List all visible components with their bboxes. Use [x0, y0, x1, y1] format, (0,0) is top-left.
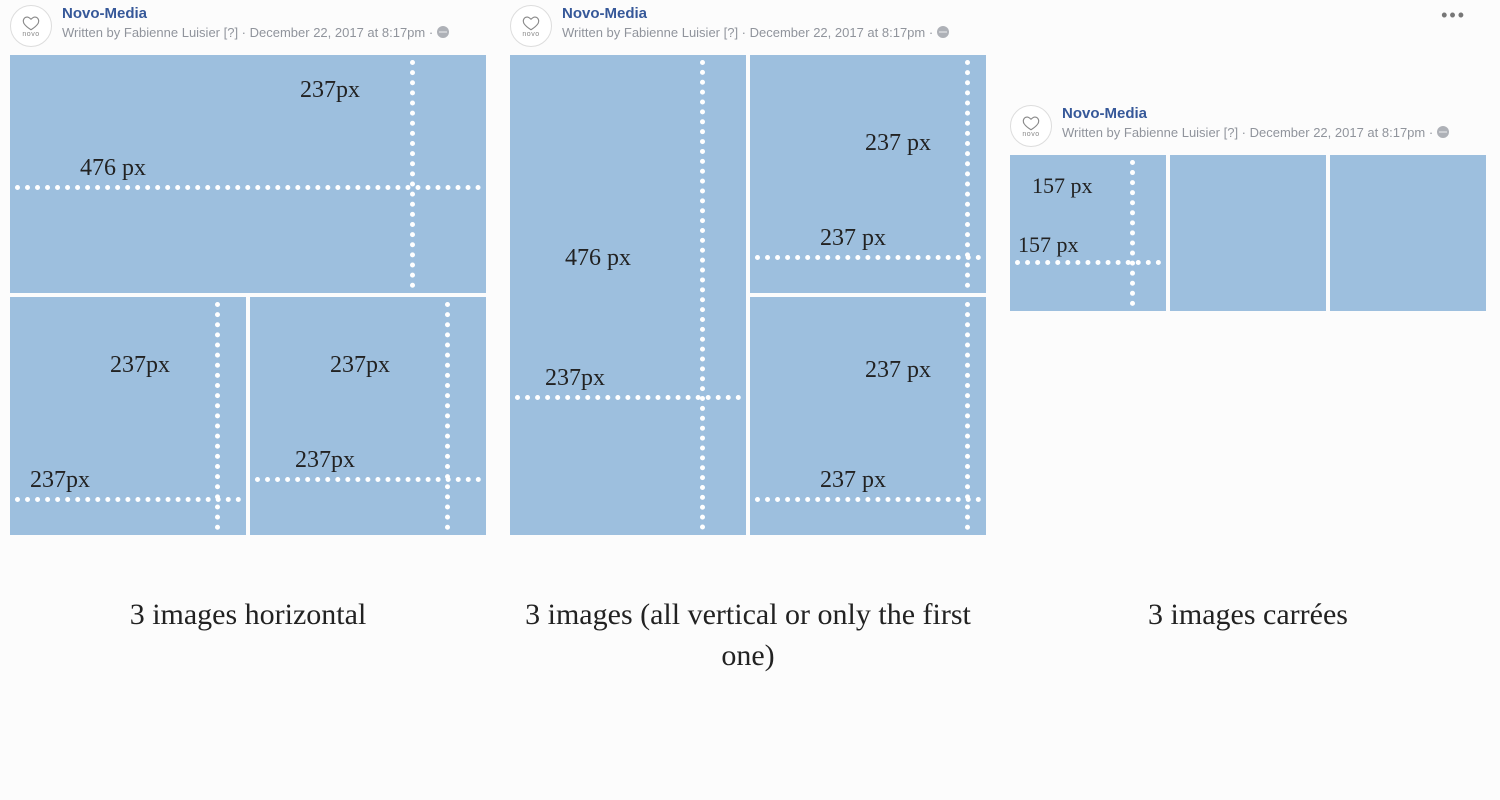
tile-small-1[interactable]: 237 px 237 px	[750, 55, 986, 293]
dim-width: 476 px	[80, 155, 146, 182]
post-byline: Written by Fabienne Luisier [?] · Decemb…	[62, 25, 449, 40]
page-name-link[interactable]: Novo-Media	[562, 5, 949, 23]
post-header: novo Novo-Media Written by Fabienne Luis…	[10, 5, 486, 55]
tile-2[interactable]	[1170, 155, 1326, 311]
page-name-link[interactable]: Novo-Media	[1062, 105, 1449, 123]
tile-small-1[interactable]: 237px 237px	[10, 297, 246, 535]
example-vertical: novo Novo-Media Written by Fabienne Luis…	[510, 5, 986, 535]
dim-height: 476 px	[565, 245, 631, 272]
dim-width: 237 px	[820, 467, 886, 494]
grid-3-horizontal: 476 px 237px 237px 237px 237px 237px	[10, 55, 486, 535]
dim-width: 157 px	[1018, 232, 1079, 258]
byline-text: Written by Fabienne Luisier [?] · Decemb…	[62, 25, 437, 40]
example-square: ••• novo Novo-Media Written by Fabienne …	[1010, 5, 1486, 311]
byline-text: Written by Fabienne Luisier [?] · Decemb…	[562, 25, 937, 40]
dim-height: 237px	[300, 77, 360, 104]
dim-height: 237 px	[865, 357, 931, 384]
dim-height: 157 px	[1032, 173, 1093, 199]
example-horizontal: novo Novo-Media Written by Fabienne Luis…	[10, 5, 486, 535]
avatar-brand-text: novo	[22, 31, 39, 38]
post-header: novo Novo-Media Written by Fabienne Luis…	[1010, 105, 1486, 155]
dim-width: 237px	[295, 447, 355, 474]
post-byline: Written by Fabienne Luisier [?] · Decemb…	[562, 25, 949, 40]
page-avatar[interactable]: novo	[1010, 105, 1052, 147]
tile-1[interactable]: 157 px 157 px	[1010, 155, 1166, 311]
page-name-link[interactable]: Novo-Media	[62, 5, 449, 23]
caption-vertical: 3 images (all vertical or only the first…	[510, 595, 986, 676]
privacy-globe-icon[interactable]	[1437, 126, 1449, 138]
caption-horizontal: 3 images horizontal	[10, 595, 486, 636]
dim-width: 237px	[30, 467, 90, 494]
page-avatar[interactable]: novo	[510, 5, 552, 47]
heart-outline-icon	[22, 14, 40, 32]
dim-width: 237 px	[820, 225, 886, 252]
grid-3-vertical: 476 px 237px 237 px 237 px 237 px 237 px	[510, 55, 986, 535]
tile-small-2[interactable]: 237 px 237 px	[750, 297, 986, 535]
post-header: novo Novo-Media Written by Fabienne Luis…	[510, 5, 986, 55]
grid-3-square: 157 px 157 px	[1010, 155, 1486, 311]
heart-outline-icon	[522, 14, 540, 32]
caption-square: 3 images carrées	[1010, 595, 1486, 636]
tile-large[interactable]: 476 px 237px	[10, 55, 486, 293]
heart-outline-icon	[1022, 114, 1040, 132]
tile-large[interactable]: 476 px 237px	[510, 55, 746, 535]
tile-small-2[interactable]: 237px 237px	[250, 297, 486, 535]
post-menu-icon[interactable]: •••	[1441, 5, 1466, 26]
tile-3[interactable]	[1330, 155, 1486, 311]
page-avatar[interactable]: novo	[10, 5, 52, 47]
privacy-globe-icon[interactable]	[937, 26, 949, 38]
dim-height: 237px	[110, 352, 170, 379]
dim-height: 237 px	[865, 130, 931, 157]
avatar-brand-text: novo	[522, 31, 539, 38]
post-byline: Written by Fabienne Luisier [?] · Decemb…	[1062, 125, 1449, 140]
dim-height: 237px	[330, 352, 390, 379]
privacy-globe-icon[interactable]	[437, 26, 449, 38]
byline-text: Written by Fabienne Luisier [?] · Decemb…	[1062, 125, 1437, 140]
avatar-brand-text: novo	[1022, 131, 1039, 138]
dim-width: 237px	[545, 365, 605, 392]
